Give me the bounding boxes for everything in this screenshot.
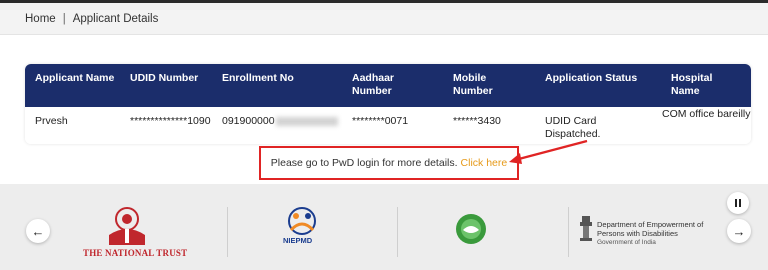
table-header-row: Applicant Name UDID Number Enrollment No…: [25, 64, 751, 107]
header-applicant-name: Applicant Name: [35, 72, 115, 84]
dept-line-1: Department of Empowerment of: [597, 220, 704, 229]
niepmd-logo-icon: [288, 207, 316, 235]
header-enrollment-no: Enrollment No: [222, 72, 294, 84]
applicant-table: Applicant Name UDID Number Enrollment No…: [25, 64, 751, 144]
breadcrumb-separator: |: [62, 12, 66, 25]
dept-line-2: Persons with Disabilities: [597, 229, 678, 238]
blurred-redaction: [275, 116, 338, 126]
header-mobile-number: Mobile Number: [453, 72, 493, 97]
click-here-link[interactable]: Click here: [461, 157, 508, 169]
national-trust-label: THE NATIONAL TRUST: [83, 248, 188, 258]
header-hospital-name: Hospital Name: [671, 72, 713, 97]
breadcrumb-current: Applicant Details: [72, 12, 159, 25]
cell-udid-number: **************1090: [130, 115, 211, 127]
carousel-next-button[interactable]: →: [727, 219, 751, 243]
green-emblem-logo-icon: [456, 214, 486, 244]
header-udid-number: UDID Number: [130, 72, 199, 84]
ashoka-emblem-icon: [580, 216, 592, 241]
logo-divider: [568, 207, 569, 257]
notice-text: Please go to PwD login for more details.: [270, 157, 458, 169]
cell-hospital-name: COM office bareilly: [662, 108, 751, 120]
national-trust-logo-icon: [109, 207, 145, 245]
arrow-right-icon: →: [732, 223, 746, 239]
cell-mobile-number: ******3430: [453, 115, 501, 127]
carousel-pause-button[interactable]: [727, 192, 749, 214]
header-application-status: Application Status: [545, 72, 638, 84]
breadcrumb: Home | Applicant Details: [0, 3, 768, 35]
cell-applicant-name: Prvesh: [35, 115, 68, 127]
logo-divider: [227, 207, 228, 257]
pwd-login-notice: Please go to PwD login for more details.…: [259, 146, 519, 180]
niepmd-label: NIEPMD: [283, 236, 313, 245]
cell-aadhaar-number: ********0071: [352, 115, 409, 127]
dept-line-3: Government of India: [597, 239, 656, 246]
header-aadhaar-number: Aadhaar Number: [352, 72, 395, 97]
department-logo-text: Department of Empowerment of Persons wit…: [597, 220, 703, 247]
carousel-prev-button[interactable]: ←: [26, 219, 50, 243]
enrollment-no-text: 091900000: [222, 115, 275, 127]
red-arrow-annotation: [509, 139, 588, 164]
logo-divider: [397, 207, 398, 257]
breadcrumb-home-link[interactable]: Home: [25, 13, 56, 25]
table-row: Prvesh **************1090 091900000 ****…: [25, 107, 751, 144]
arrow-left-icon: ←: [31, 223, 45, 239]
pause-icon: [734, 199, 742, 207]
cell-enrollment-no: 091900000: [222, 115, 338, 128]
